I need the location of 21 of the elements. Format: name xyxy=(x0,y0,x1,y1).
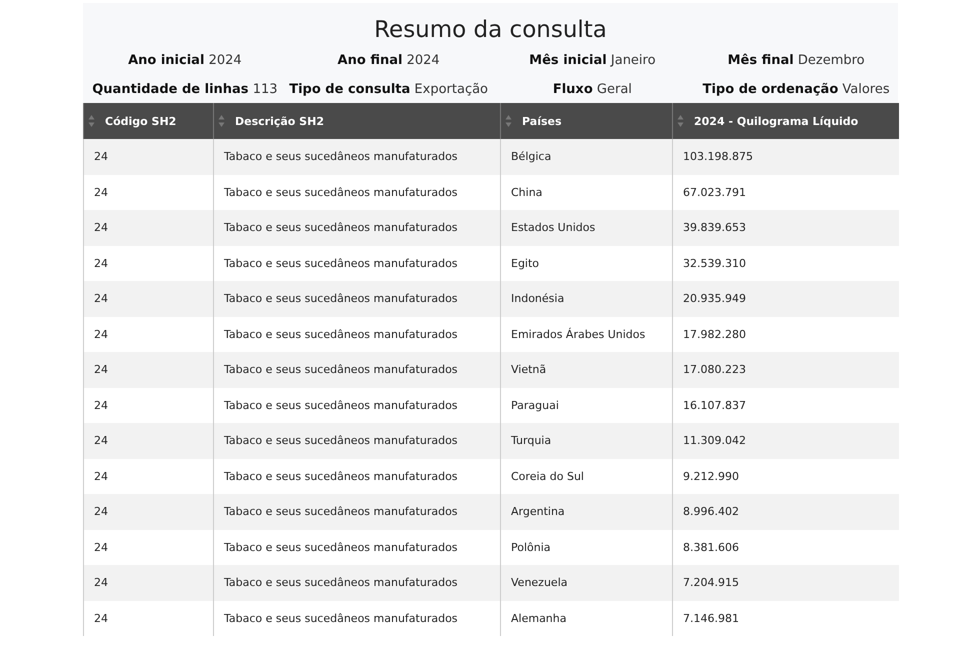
table-cell: Tabaco e seus sucedâneos manufaturados xyxy=(214,600,500,636)
column-header[interactable]: Código SH2 xyxy=(84,103,214,139)
sort-icon xyxy=(677,114,684,128)
summary-field: Quantidade de linhas 113 xyxy=(92,82,278,97)
summary-field: Ano inicial 2024 xyxy=(128,53,242,68)
table-cell: 24 xyxy=(84,600,214,636)
column-header[interactable]: 2024 - Quilograma Líquido xyxy=(672,103,898,139)
column-header[interactable]: Países xyxy=(500,103,672,139)
summary-field: Tipo de ordenação Valores xyxy=(702,82,890,97)
summary-field: Ano final 2024 xyxy=(338,53,440,68)
column-header[interactable]: Descrição SH2 xyxy=(214,103,500,139)
sort-icon xyxy=(218,114,225,128)
summary-field: Fluxo Geral xyxy=(552,82,632,97)
page-title: Resumo da consulta xyxy=(374,17,607,43)
summary-field: Mês inicial Janeiro xyxy=(529,53,656,68)
table-cell: Alemanha xyxy=(500,600,672,636)
summary-field: Mês final Dezembro xyxy=(728,53,865,68)
sort-icon xyxy=(505,114,512,128)
summary-field: Tipo de consulta Exportação xyxy=(289,82,488,97)
table-cell: 7.146.981 xyxy=(672,600,898,636)
sort-icon xyxy=(88,114,95,128)
